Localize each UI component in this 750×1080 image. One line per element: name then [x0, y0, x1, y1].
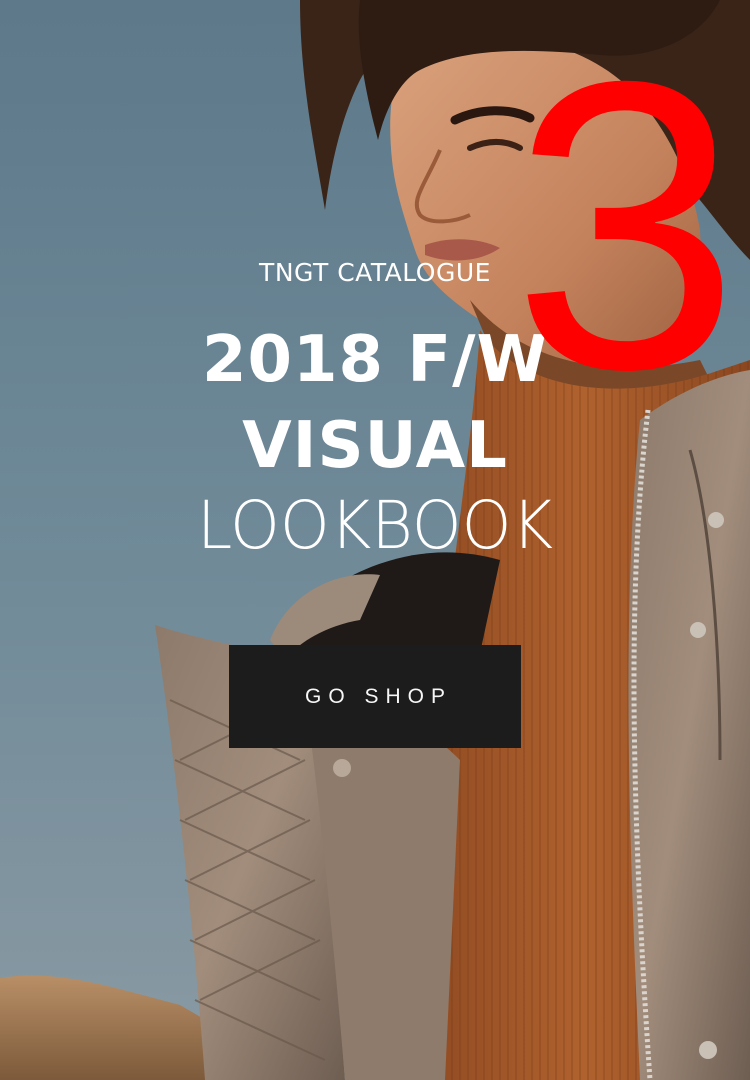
lookbook-subtitle: LOOKBOOK [196, 487, 554, 564]
hero-banner: TNGT CATALOGUE 2018 F/W VISUAL LOOKBOOK … [0, 0, 750, 1080]
season-title: 2018 F/W [201, 323, 549, 397]
go-shop-button[interactable]: GO SHOP [229, 645, 521, 748]
catalogue-label: TNGT CATALOGUE [259, 258, 491, 287]
visual-title: VISUAL [242, 409, 508, 483]
hero-copy: TNGT CATALOGUE 2018 F/W VISUAL LOOKBOOK … [0, 0, 750, 1080]
